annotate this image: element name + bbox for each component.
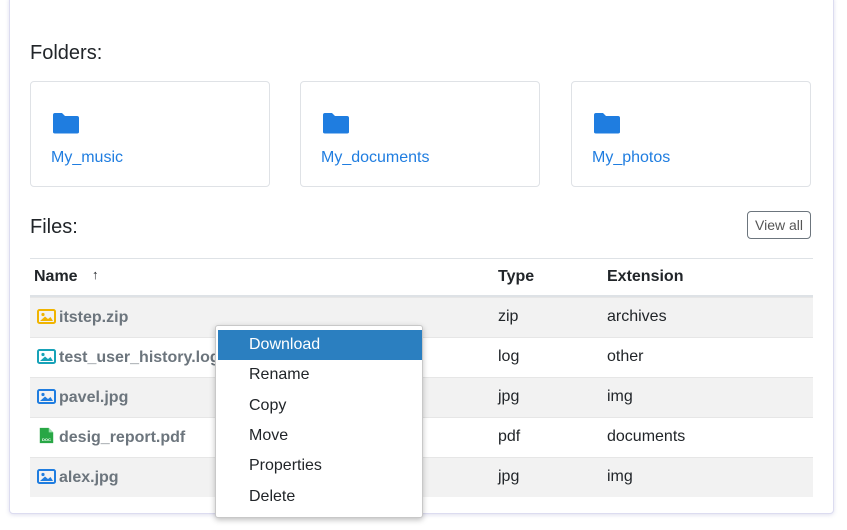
- menu-item-move[interactable]: Move: [218, 421, 422, 451]
- file-type: pdf: [498, 428, 521, 445]
- file-type: log: [498, 348, 520, 365]
- folders-heading: Folders:: [30, 42, 103, 64]
- folder-name: My_documents: [321, 149, 430, 166]
- file-extension: archives: [607, 308, 667, 325]
- image-file-icon: [37, 349, 56, 364]
- file-name: desig_report.pdf: [59, 429, 186, 446]
- menu-item-rename[interactable]: Rename: [218, 360, 422, 390]
- menu-item-label: Delete: [249, 488, 296, 505]
- menu-item-download[interactable]: Download: [218, 330, 422, 360]
- menu-item-label: Move: [249, 427, 289, 444]
- doc-file-icon: DOC: [39, 427, 54, 444]
- file-type: jpg: [498, 468, 520, 485]
- files-heading: Files:: [30, 216, 78, 238]
- image-file-icon: [37, 309, 56, 324]
- menu-item-label: Properties: [249, 457, 322, 474]
- folder-card-my-documents[interactable]: My_documents: [300, 81, 540, 187]
- folder-icon: [323, 113, 349, 134]
- menu-item-label: Download: [249, 336, 321, 353]
- file-extension: img: [607, 388, 633, 405]
- menu-item-label: Copy: [249, 397, 287, 414]
- folder-icon: [53, 113, 79, 134]
- column-header-type[interactable]: Type: [498, 268, 534, 286]
- folder-card-my-photos[interactable]: My_photos: [571, 81, 811, 187]
- file-name: pavel.jpg: [59, 389, 129, 406]
- image-file-icon: [37, 389, 56, 404]
- image-file-icon: [37, 469, 56, 484]
- file-extension: img: [607, 468, 633, 485]
- folder-name: My_music: [51, 149, 124, 166]
- file-type: zip: [498, 308, 519, 325]
- menu-item-properties[interactable]: Properties: [218, 451, 422, 481]
- folder-icon: [594, 113, 620, 134]
- column-header-name[interactable]: Name: [34, 268, 78, 286]
- table-header: Name ↑ Type Extension: [30, 258, 813, 297]
- menu-item-label: Rename: [249, 366, 310, 383]
- file-name: alex.jpg: [59, 469, 119, 486]
- file-type: jpg: [498, 388, 520, 405]
- svg-text:DOC: DOC: [42, 437, 51, 442]
- menu-item-delete[interactable]: Delete: [218, 482, 422, 512]
- context-menu: Download Rename Copy Move Properties Del…: [215, 325, 423, 518]
- file-name: test_user_history.log: [59, 349, 220, 366]
- view-all-button[interactable]: View all: [747, 211, 811, 239]
- file-extension: documents: [607, 428, 686, 445]
- sort-arrow-icon[interactable]: ↑: [92, 267, 99, 282]
- folder-card-my-music[interactable]: My_music: [30, 81, 270, 187]
- folder-name: My_photos: [592, 149, 671, 166]
- file-name: itstep.zip: [59, 309, 129, 326]
- menu-item-copy[interactable]: Copy: [218, 391, 422, 421]
- file-extension: other: [607, 348, 644, 365]
- column-header-extension[interactable]: Extension: [607, 268, 683, 286]
